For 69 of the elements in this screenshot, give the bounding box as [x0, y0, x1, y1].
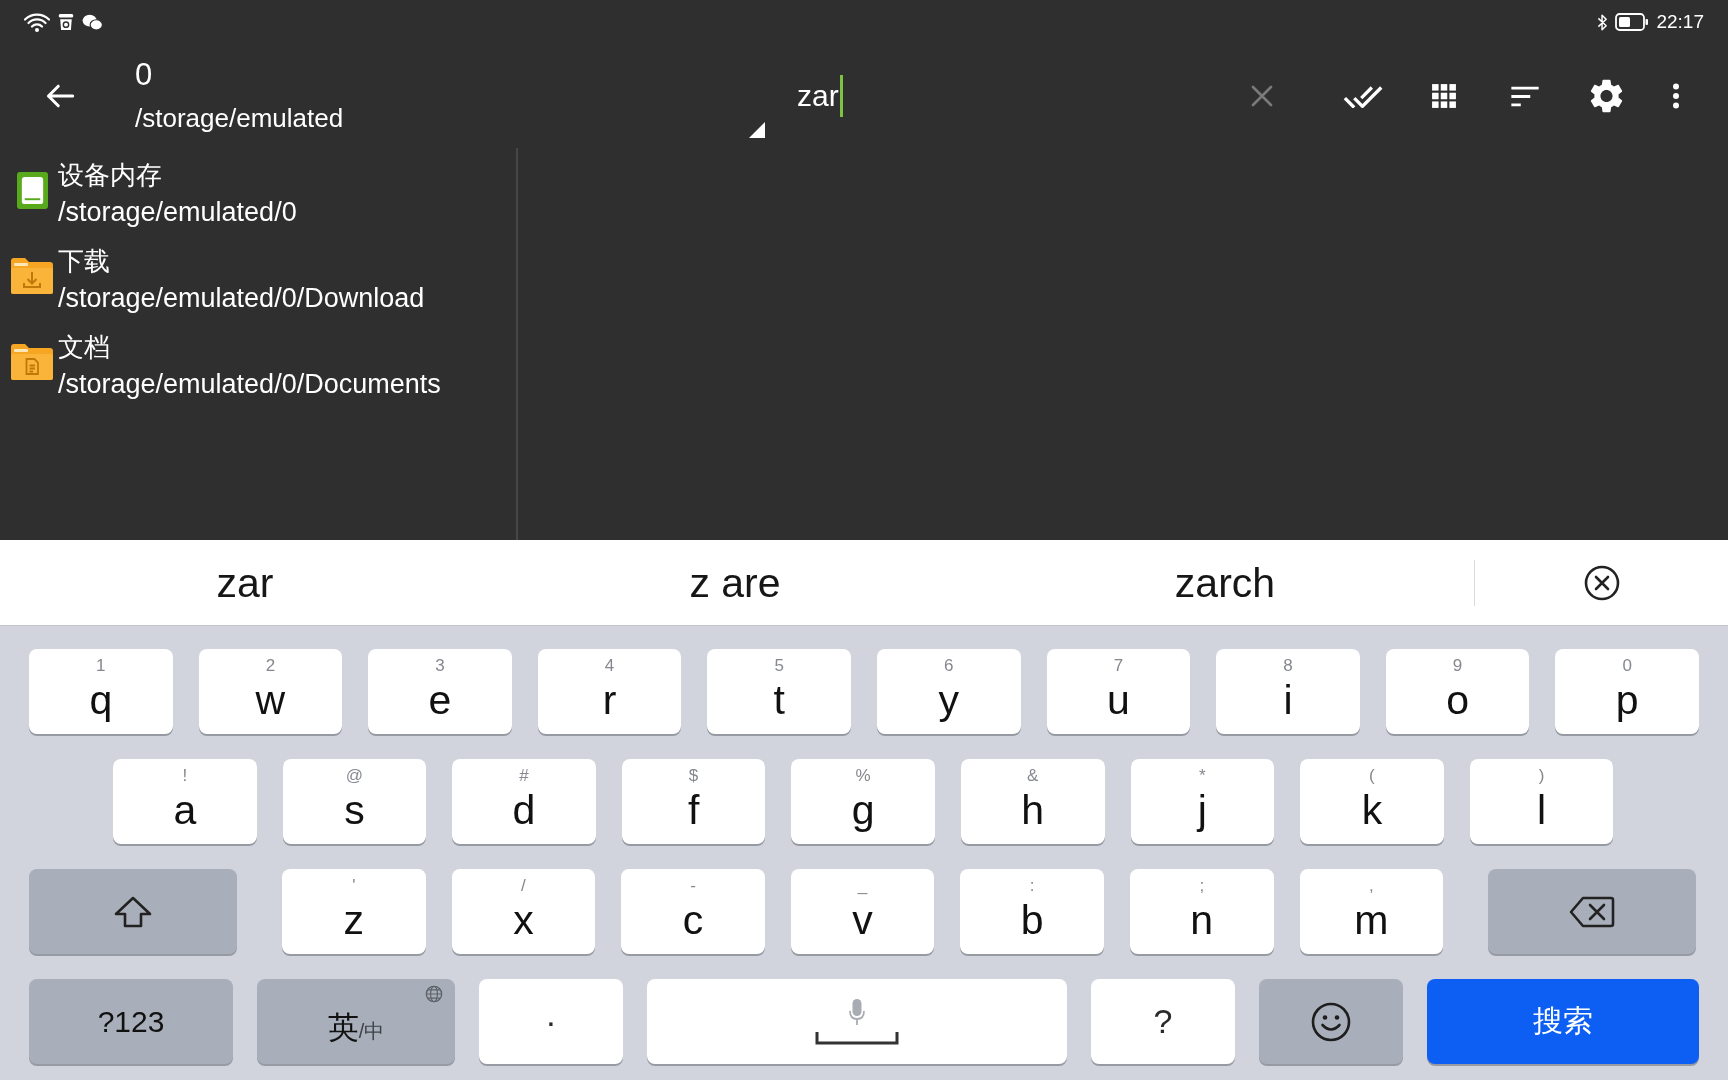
suggestion-item[interactable]: zar [0, 540, 490, 625]
letter-key[interactable]: & h [960, 759, 1105, 844]
letter-key[interactable]: ! a [113, 759, 257, 844]
location-title[interactable]: 设备内存 [58, 157, 162, 194]
globe-icon [425, 985, 443, 1003]
emoji-key[interactable] [1259, 979, 1403, 1064]
letter-key[interactable]: 7 u [1046, 649, 1191, 734]
location-title[interactable]: 下载 [58, 243, 110, 280]
shift-arrow-icon [114, 895, 152, 928]
clock-time: 22:17 [1656, 11, 1704, 33]
close-icon [1250, 84, 1274, 108]
folder-title: 0 [135, 56, 153, 94]
location-path: /storage/emulated/0 [58, 196, 297, 229]
bluetooth-icon [1597, 12, 1609, 32]
punctuation-key[interactable]: ? [1091, 979, 1235, 1064]
location-title[interactable]: 文档 [58, 329, 110, 366]
battery-icon [1615, 13, 1650, 31]
letter-key[interactable]: 3 e [368, 649, 512, 734]
chat-bubbles-icon [82, 13, 103, 31]
location-path: /storage/emulated/0/Documents [58, 368, 441, 401]
letter-key[interactable]: @ s [282, 759, 427, 844]
letter-key[interactable]: * j [1130, 759, 1275, 844]
vertical-dots-icon [1672, 83, 1680, 109]
letter-key[interactable]: / x [451, 869, 596, 954]
suggestion-item[interactable]: zarch [980, 540, 1470, 625]
space-bar-icon [815, 1030, 899, 1045]
double-check-icon [1343, 84, 1383, 108]
smiley-icon [1311, 1001, 1351, 1042]
letter-key[interactable]: , m [1299, 869, 1444, 954]
language-key[interactable]: 英/中 [257, 979, 455, 1064]
text-cursor-icon [839, 75, 843, 117]
wifi-icon [24, 12, 50, 32]
letter-key[interactable]: # d [452, 759, 596, 844]
symbols-key[interactable]: ?123 [29, 979, 233, 1064]
close-icon [1583, 564, 1620, 601]
location-path: /storage/emulated/0/Download [58, 282, 425, 315]
grid-icon [1431, 83, 1457, 109]
letter-key[interactable]: 9 o [1385, 649, 1530, 734]
letter-key[interactable]: ( k [1300, 759, 1444, 844]
left-arrow-icon [45, 82, 75, 110]
letter-key[interactable]: : b [960, 869, 1104, 954]
bin-icon [58, 13, 74, 31]
letter-key[interactable]: % g [791, 759, 935, 844]
microphone-icon [849, 998, 865, 1025]
letter-key[interactable]: 4 r [537, 649, 682, 734]
letter-key[interactable]: - c [621, 869, 765, 954]
folder-path: /storage/emulated [135, 102, 344, 135]
search-field[interactable]: zar [797, 74, 843, 118]
letter-key[interactable]: 6 y [876, 649, 1021, 734]
search-key[interactable]: 搜索 [1427, 979, 1699, 1064]
drive-icon [16, 171, 48, 209]
punctuation-key[interactable]: · [479, 979, 623, 1064]
letter-key[interactable]: 5 t [707, 649, 851, 734]
letter-key[interactable]: ' z [282, 869, 426, 954]
download-folder-icon [11, 258, 53, 294]
backspace-icon [1569, 895, 1616, 928]
sort-icon [1510, 85, 1540, 107]
letter-key[interactable]: 1 q [29, 649, 173, 734]
letter-key[interactable]: _ v [790, 869, 935, 954]
corner-triangle-icon [749, 122, 765, 138]
letter-key[interactable]: ) l [1469, 759, 1614, 844]
letter-key[interactable]: ; n [1129, 869, 1274, 954]
document-folder-icon [11, 344, 53, 380]
letter-key[interactable]: $ f [621, 759, 766, 844]
settings-icon [1589, 79, 1623, 113]
letter-key[interactable]: 2 w [198, 649, 343, 734]
letter-key[interactable]: 8 i [1216, 649, 1360, 734]
letter-key[interactable]: 0 p [1555, 649, 1699, 734]
suggestion-item[interactable]: z are [490, 540, 980, 625]
